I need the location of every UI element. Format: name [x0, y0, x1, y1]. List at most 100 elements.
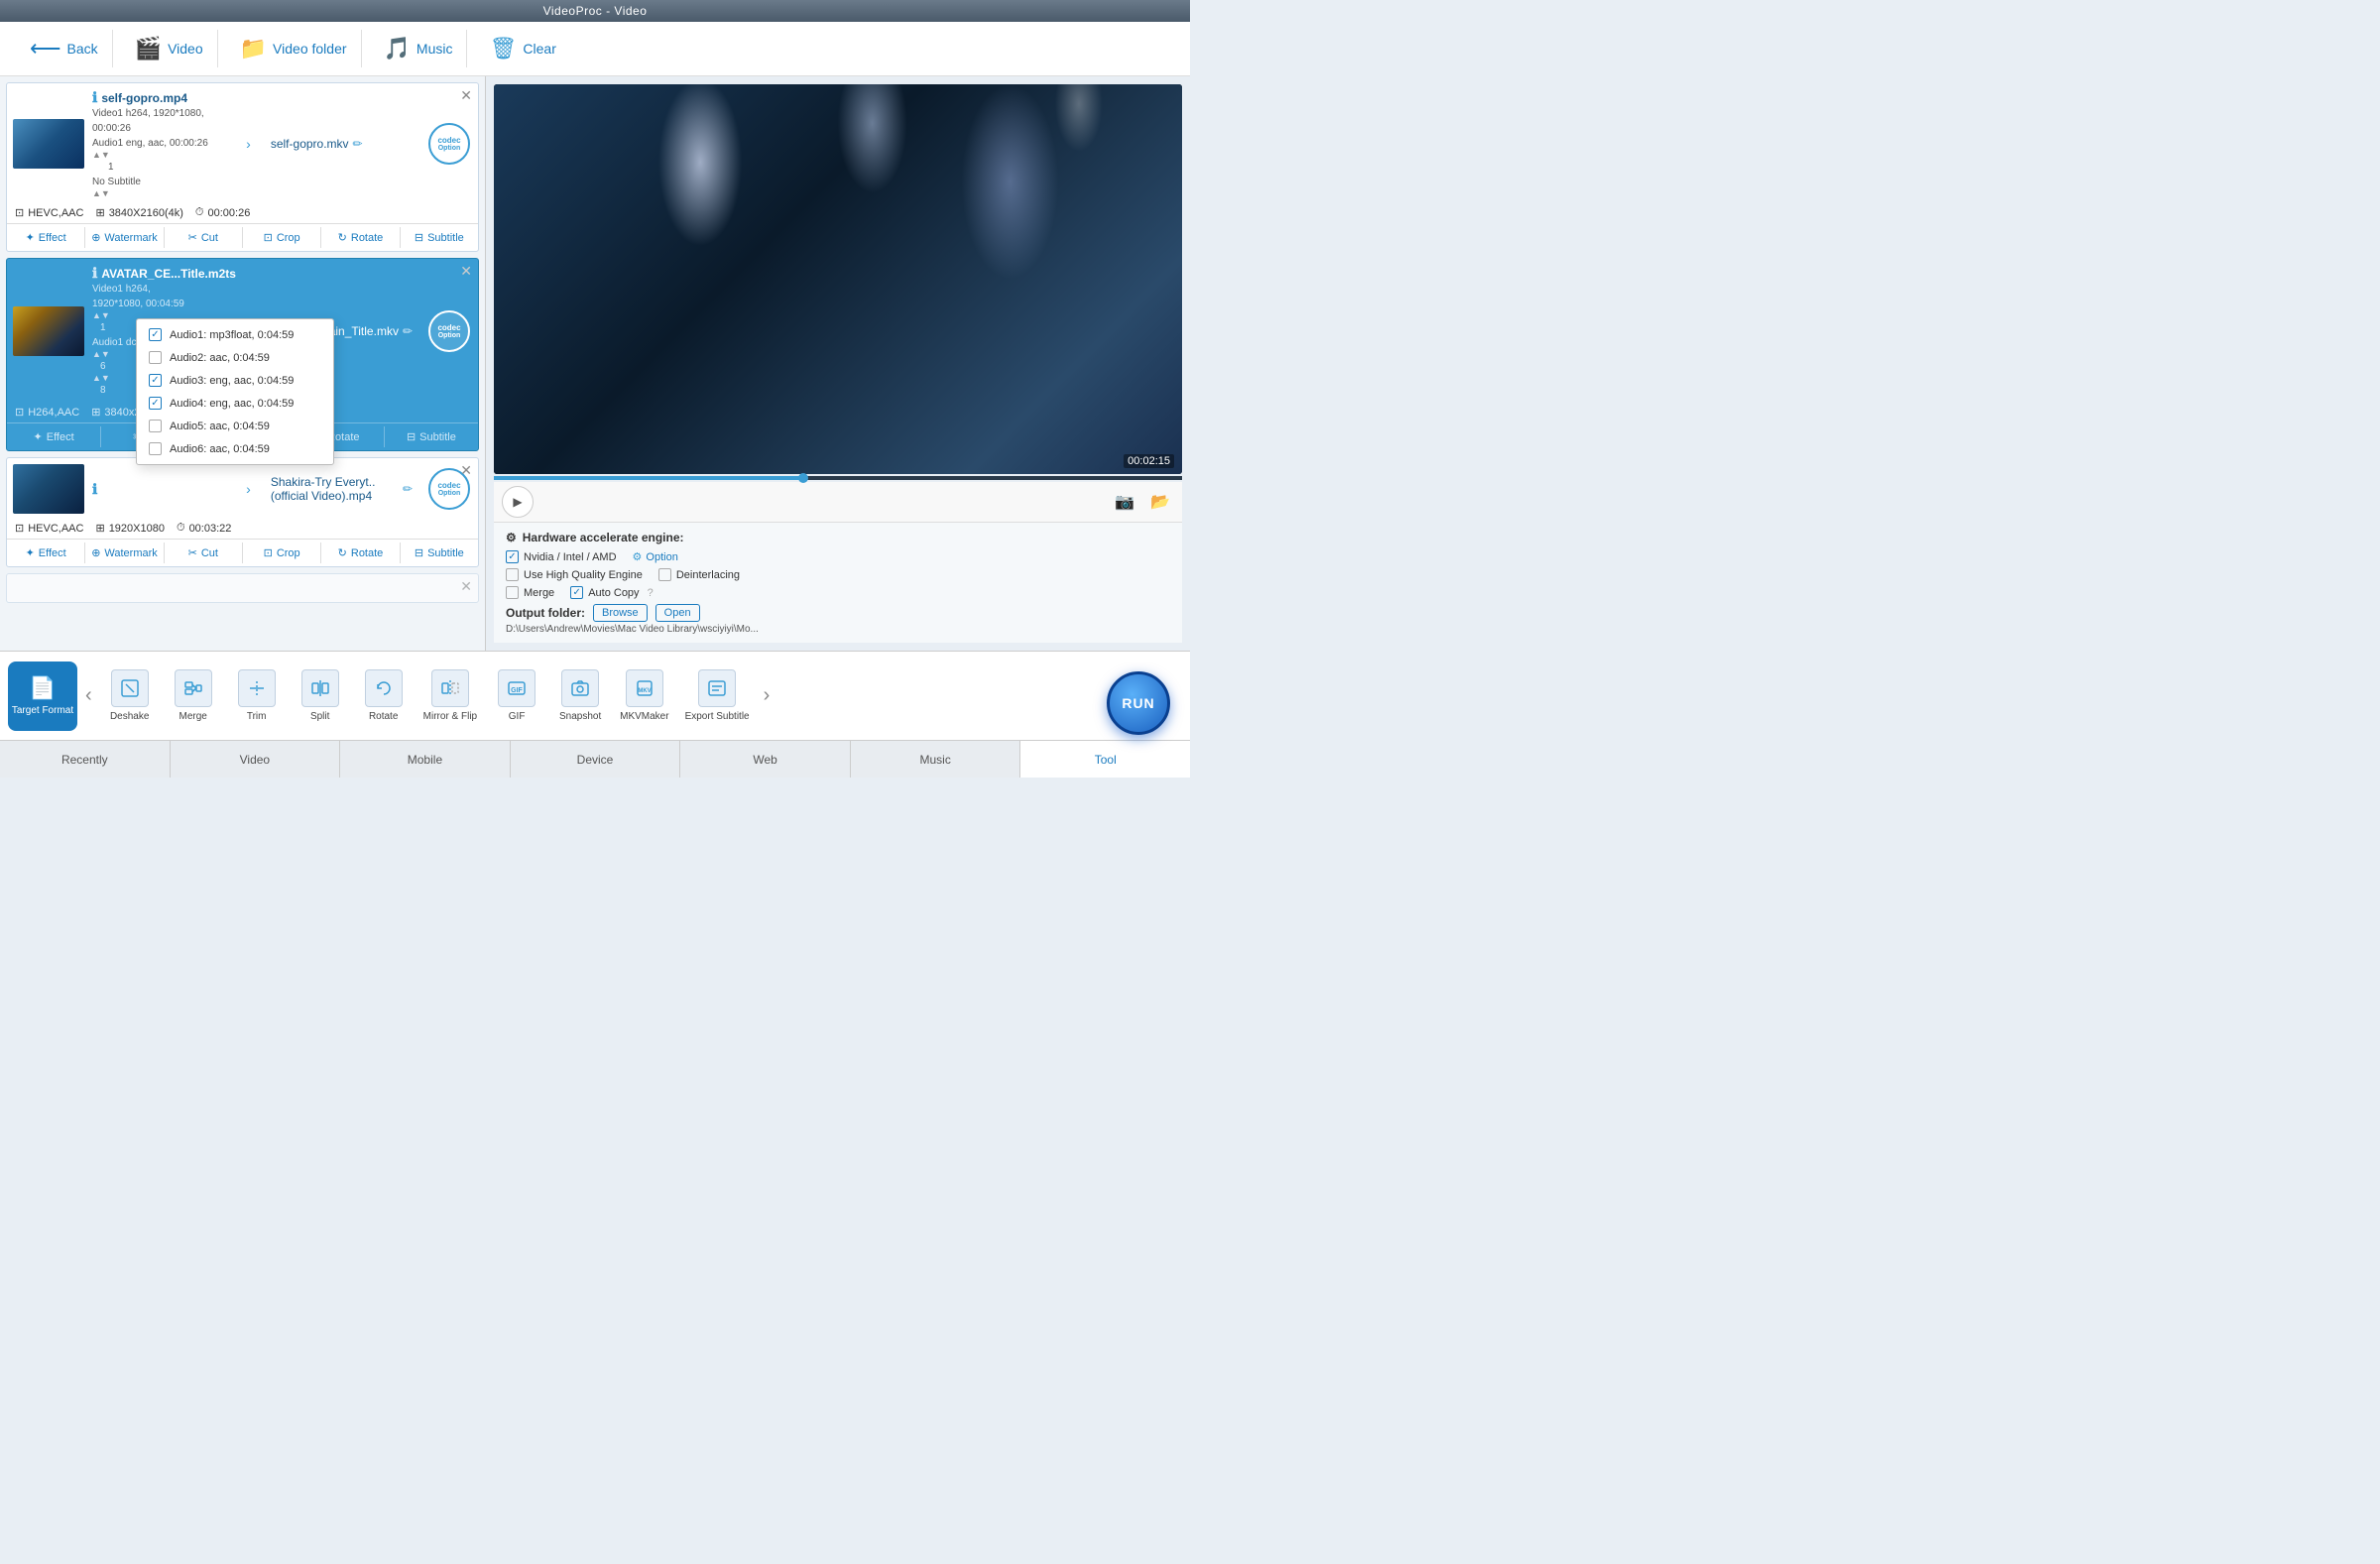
high-quality-checkbox[interactable] [506, 568, 519, 581]
edit-shakira-output-icon[interactable]: ✏ [403, 482, 413, 496]
close-gopro-button[interactable]: ✕ [460, 87, 472, 104]
close-partial-button[interactable]: ✕ [460, 578, 472, 595]
music-icon: 🎵 [384, 36, 411, 61]
clear-button[interactable]: 🗑 Clear [475, 30, 569, 67]
audio-dropdown-item-3[interactable]: ✓ Audio4: eng, aac, 0:04:59 [137, 392, 333, 415]
shakira-cut-button[interactable]: ✂ Cut [165, 542, 243, 563]
tool-trim[interactable]: Trim [227, 665, 287, 726]
folder-open-icon-button[interactable]: 📂 [1146, 490, 1174, 514]
shakira-watermark-button[interactable]: ⊕ Watermark [85, 542, 164, 563]
deinterlacing-checkbox[interactable] [658, 568, 671, 581]
avatar-codec-badge[interactable]: codec Option [428, 310, 470, 352]
tab-web[interactable]: Web [680, 741, 851, 778]
audio-dropdown-item-4[interactable]: Audio5: aac, 0:04:59 [137, 415, 333, 437]
nvidia-checkbox[interactable]: ✓ [506, 550, 519, 563]
tool-snapshot[interactable]: Snapshot [550, 665, 610, 726]
audio-check-5[interactable] [149, 442, 162, 455]
shakira-subtitle-button[interactable]: ⊟ Subtitle [401, 542, 478, 563]
tool-mirror-flip[interactable]: Mirror & Flip [417, 665, 483, 726]
gopro-cut-button[interactable]: ✂ Cut [165, 227, 243, 248]
gopro-crop-button[interactable]: ⊡ Crop [243, 227, 321, 248]
video-card-shakira: ✕ ℹ › Shakira-Try Everyt..(official Vide… [6, 457, 479, 567]
tab-music[interactable]: Music [851, 741, 1021, 778]
rotate-label-bottom: Rotate [369, 711, 398, 722]
audio-dropdown-item-5[interactable]: Audio6: aac, 0:04:59 [137, 437, 333, 460]
video-folder-button[interactable]: 📁 Video folder [226, 30, 362, 67]
shakira-crop-button[interactable]: ⊡ Crop [243, 542, 321, 563]
resolution-icon-2: ⊞ [91, 406, 100, 419]
split-label: Split [310, 711, 329, 722]
tool-deshake[interactable]: Deshake [100, 665, 160, 726]
shakira-effect-button[interactable]: ✦ Effect [7, 542, 85, 563]
scroll-right-button[interactable]: › [760, 684, 774, 707]
hw-option-button[interactable]: ⚙ Option [633, 550, 678, 563]
back-icon: ⟵ [30, 36, 61, 61]
back-button[interactable]: ⟵ Back [16, 30, 113, 67]
shakira-spec-list: ⊡ HEVC,AAC ⊞ 1920X1080 ⏱ 00:03:22 [15, 522, 470, 535]
scroll-left-button[interactable]: ‹ [81, 684, 96, 707]
gif-label: GIF [509, 711, 526, 722]
gopro-input-name: ℹ self-gopro.mp4 [92, 89, 234, 106]
subtitle-icon-3: ⊟ [415, 546, 423, 559]
avatar-effect-button[interactable]: ✦ Effect [7, 426, 101, 447]
gopro-watermark-button[interactable]: ⊕ Watermark [85, 227, 164, 248]
preview-progress-bar[interactable] [494, 476, 1182, 480]
camera-icon-button[interactable]: 📷 [1111, 490, 1138, 514]
edit-avatar-output-icon[interactable]: ✏ [403, 324, 413, 338]
audio-dropdown-item-2[interactable]: ✓ Audio3: eng, aac, 0:04:59 [137, 369, 333, 392]
tab-device[interactable]: Device [511, 741, 681, 778]
tab-video[interactable]: Video [171, 741, 341, 778]
tool-rotate[interactable]: Rotate [354, 665, 414, 726]
gopro-actions: ✦ Effect ⊕ Watermark ✂ Cut ⊡ Crop ↻ Ro [7, 223, 478, 251]
tool-split[interactable]: Split [291, 665, 350, 726]
gopro-rotate-button[interactable]: ↻ Rotate [321, 227, 400, 248]
audio-check-3[interactable]: ✓ [149, 397, 162, 410]
audio-check-1[interactable] [149, 351, 162, 364]
cut-icon-3: ✂ [188, 546, 197, 559]
audio-check-0[interactable]: ✓ [149, 328, 162, 341]
svg-text:MKV: MKV [638, 688, 651, 694]
autocopy-checkbox[interactable]: ✓ [570, 586, 583, 599]
tool-gif[interactable]: GIF GIF [487, 665, 546, 726]
codec-icon-3: ⊡ [15, 522, 24, 535]
audio-dropdown-item-0[interactable]: ✓ Audio1: mp3float, 0:04:59 [137, 323, 333, 346]
mirror-flip-label: Mirror & Flip [423, 711, 477, 722]
gopro-subtitle-button[interactable]: ⊟ Subtitle [401, 227, 478, 248]
open-button[interactable]: Open [655, 604, 700, 622]
tool-export-subtitle[interactable]: Export Subtitle [679, 665, 756, 726]
gopro-effect-button[interactable]: ✦ Effect [7, 227, 85, 248]
avatar-subtitle-button[interactable]: ⊟ Subtitle [385, 426, 478, 447]
tab-mobile[interactable]: Mobile [340, 741, 511, 778]
shakira-rotate-button[interactable]: ↻ Rotate [321, 542, 400, 563]
merge-checkbox[interactable] [506, 586, 519, 599]
video-button[interactable]: 🎬 Video [121, 30, 218, 67]
effect-icon-3: ✦ [26, 546, 35, 559]
title-bar: VideoProc - Video [0, 0, 1190, 22]
gopro-dur-spec: ⏱ 00:00:26 [195, 206, 250, 219]
edit-output-name-icon[interactable]: ✏ [353, 137, 363, 151]
tool-merge[interactable]: Merge [164, 665, 223, 726]
music-button[interactable]: 🎵 Music [370, 30, 468, 67]
shakira-expand-arrow[interactable]: › [242, 481, 255, 497]
run-button[interactable]: RUN [1107, 671, 1170, 735]
gopro-expand-arrow[interactable]: › [242, 136, 255, 152]
tool-mkvmaker[interactable]: MKV MKVMaker [614, 665, 674, 726]
target-format-button[interactable]: 📄 Target Format [8, 662, 77, 731]
svg-text:GIF: GIF [511, 687, 523, 694]
avatar-codec-spec: ⊡ H264,AAC [15, 406, 79, 419]
tab-tool[interactable]: Tool [1020, 741, 1190, 778]
gopro-codec-badge[interactable]: codec Option [428, 123, 470, 165]
browse-button[interactable]: Browse [593, 604, 648, 622]
audio-dropdown-item-1[interactable]: Audio2: aac, 0:04:59 [137, 346, 333, 369]
play-button[interactable]: ▶ [502, 486, 534, 518]
shakira-info: ℹ [92, 481, 234, 498]
close-avatar-button[interactable]: ✕ [460, 263, 472, 280]
mkvmaker-label: MKVMaker [620, 711, 668, 722]
gopro-subtitle-meta: No Subtitle ▲▼ [92, 175, 234, 198]
audio-check-2[interactable]: ✓ [149, 374, 162, 387]
close-shakira-button[interactable]: ✕ [460, 462, 472, 479]
tab-recently[interactable]: Recently [0, 741, 171, 778]
preview-panel: 00:02:15 ▶ 📷 📂 ⚙ Hardware accelerate eng… [486, 76, 1190, 651]
audio-check-4[interactable] [149, 420, 162, 432]
duration-icon: ⏱ [195, 206, 204, 219]
